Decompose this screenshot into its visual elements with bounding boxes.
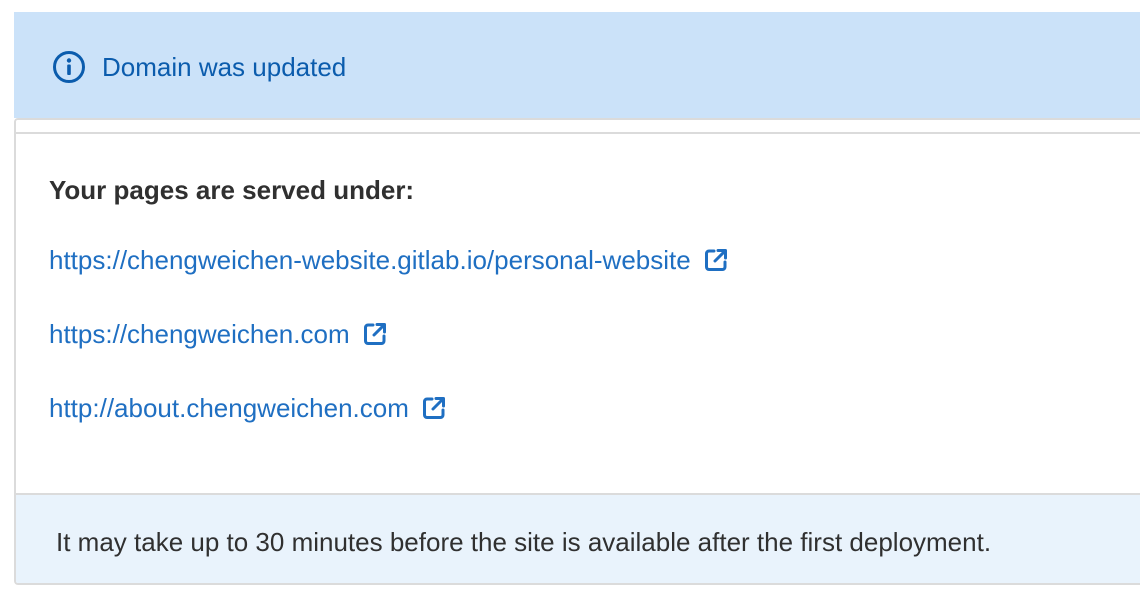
url-row[interactable]: https://chengweichen-website.gitlab.io/p… bbox=[49, 243, 729, 277]
external-link-icon[interactable] bbox=[703, 247, 729, 273]
flash-alert: Domain was updated bbox=[14, 12, 1140, 118]
url-row[interactable]: https://chengweichen.com bbox=[49, 317, 388, 351]
served-under-heading: Your pages are served under: bbox=[49, 175, 415, 205]
url-row[interactable]: http://about.chengweichen.com bbox=[49, 391, 447, 425]
pages-url-link[interactable]: https://chengweichen.com bbox=[49, 317, 350, 351]
card-footer: It may take up to 30 minutes before the … bbox=[16, 493, 1140, 583]
card-header bbox=[16, 120, 1140, 132]
external-link-icon[interactable] bbox=[362, 321, 388, 347]
deployment-note: It may take up to 30 minutes before the … bbox=[56, 527, 992, 557]
card-body: Your pages are served under: https://che… bbox=[16, 132, 1140, 493]
info-circle-icon bbox=[52, 50, 86, 84]
flash-content: Domain was updated bbox=[52, 50, 346, 84]
pages-url-link[interactable]: https://chengweichen-website.gitlab.io/p… bbox=[49, 243, 691, 277]
pages-url-link[interactable]: http://about.chengweichen.com bbox=[49, 391, 409, 425]
pages-card: Your pages are served under: https://che… bbox=[14, 118, 1140, 585]
flash-message: Domain was updated bbox=[102, 52, 347, 82]
external-link-icon[interactable] bbox=[421, 395, 447, 421]
